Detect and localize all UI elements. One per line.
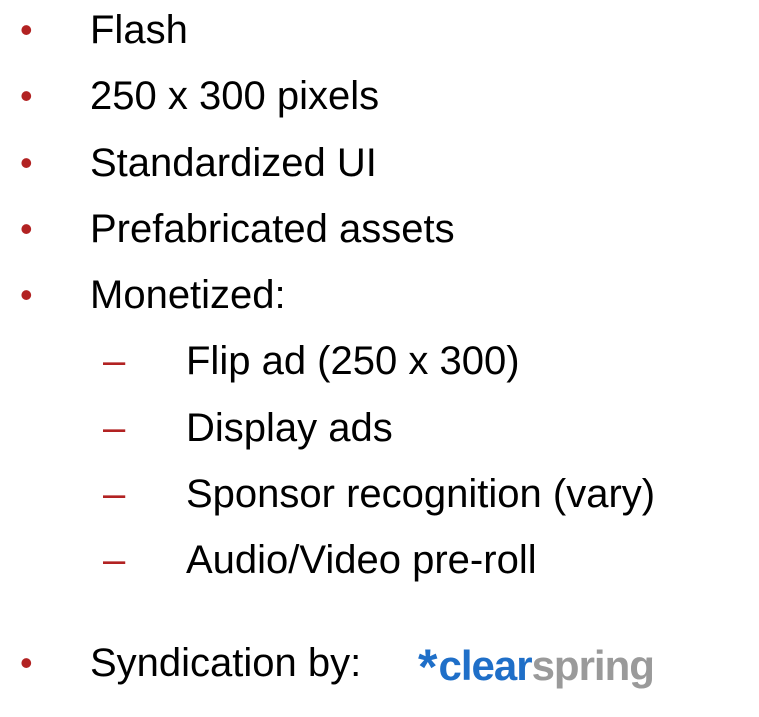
clearspring-logo: *clearspring <box>418 633 655 695</box>
bullet-text: Flash <box>90 8 188 52</box>
bullet-text: Standardized UI <box>90 141 377 185</box>
sub-bullet-text: Display ads <box>186 406 393 450</box>
bullet-text: Prefabricated assets <box>90 207 455 251</box>
bullet-text: 250 x 300 pixels <box>90 74 380 118</box>
bullet-marker: • <box>20 75 33 116</box>
sub-bullet-text: Audio/Video pre-roll <box>186 538 537 582</box>
logo-text-spring: spring <box>531 642 655 689</box>
logo-text-clear: clear <box>438 642 532 689</box>
sub-bullet-text: Flip ad (250 x 300) <box>186 339 520 383</box>
bullet-marker: • <box>20 142 33 183</box>
bullet-text: Monetized: <box>90 273 286 317</box>
sub-bullet-marker: – <box>103 339 126 383</box>
slide: • Flash • 250 x 300 pixels • Standardize… <box>0 0 759 717</box>
bullet-marker: • <box>20 274 33 315</box>
sub-bullet-marker: – <box>103 538 126 582</box>
logo-star-icon: * <box>418 639 437 695</box>
sub-bullet-marker: – <box>103 472 126 516</box>
bullet-marker: • <box>20 9 33 50</box>
sub-bullet-marker: – <box>103 406 126 450</box>
bullet-text: Syndication by: <box>90 641 362 685</box>
bullet-marker: • <box>20 208 33 249</box>
bullet-marker: • <box>20 642 33 683</box>
sub-bullet-text: Sponsor recognition (vary) <box>186 472 656 516</box>
